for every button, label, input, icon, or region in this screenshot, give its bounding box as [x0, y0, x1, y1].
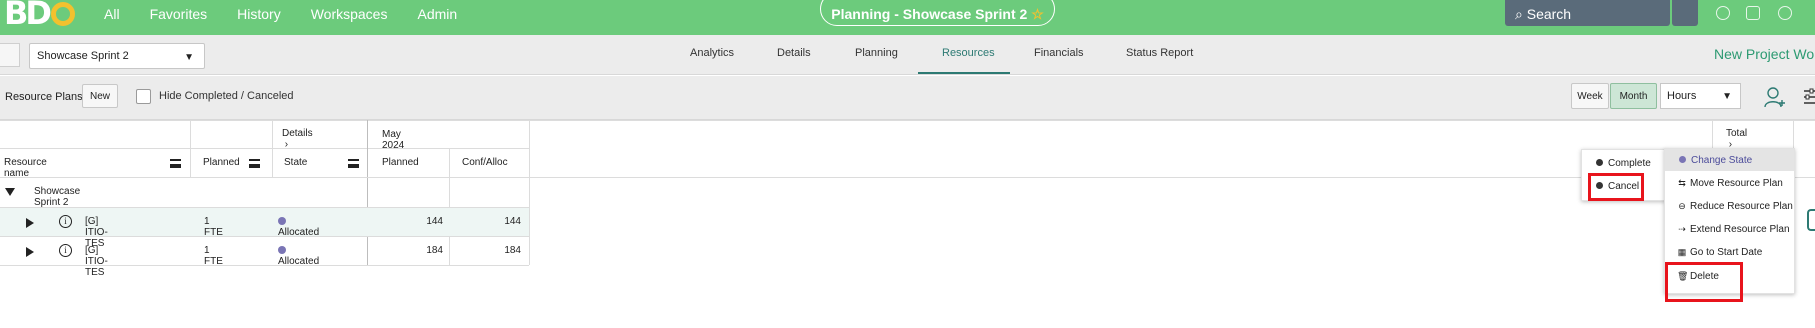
row-conf-alloc[interactable]: 184: [449, 245, 521, 256]
menu-item-go-to-start-date[interactable]: ▦ Go to Start Date: [1677, 247, 1763, 258]
chevron-down-icon: ▼: [184, 52, 194, 63]
new-project-workspace-link[interactable]: New Project Wor: [1714, 46, 1815, 62]
column-menu-icon[interactable]: [348, 159, 359, 168]
app-header-bar: BD All Favorites History Workspaces Admi…: [0, 0, 1815, 35]
nav-admin[interactable]: Admin: [417, 6, 457, 22]
column-header-conf-alloc[interactable]: Conf/Alloc: [462, 157, 508, 168]
row-edit-handle[interactable]: [1807, 209, 1815, 231]
expand-row-icon[interactable]: [26, 218, 34, 228]
resource-plans-label: Resource Plans: [5, 91, 83, 103]
favorite-star-icon[interactable]: ☆: [1031, 6, 1044, 22]
extend-arrow-icon: ⇢: [1678, 224, 1686, 234]
globe-icon[interactable]: [1716, 6, 1730, 20]
chevron-right-icon: ›: [284, 139, 289, 150]
tab-details[interactable]: Details: [777, 47, 811, 59]
nav-all[interactable]: All: [104, 6, 120, 22]
tab-analytics[interactable]: Analytics: [690, 47, 734, 59]
move-arrows-icon: ⇆: [1678, 178, 1686, 188]
user-menu-icon[interactable]: [1778, 6, 1792, 20]
hide-completed-checkbox[interactable]: [136, 89, 151, 104]
collapse-group-icon[interactable]: [5, 188, 15, 196]
hide-completed-label: Hide Completed / Canceled: [159, 90, 294, 102]
row-state[interactable]: Allocated: [278, 216, 319, 238]
row-planned: 1 FTE: [204, 245, 223, 267]
calendar-icon: ▦: [1677, 247, 1687, 257]
column-menu-icon[interactable]: [249, 159, 260, 168]
nav-history[interactable]: History: [237, 6, 281, 22]
row-conf-alloc[interactable]: 144: [449, 216, 521, 227]
tab-planning[interactable]: Planning: [855, 47, 898, 59]
menu-item-change-state[interactable]: Change State: [1679, 155, 1752, 166]
state-dot-icon: [278, 217, 286, 225]
row-period-planned[interactable]: 144: [367, 216, 443, 227]
state-dot-icon: [1679, 156, 1686, 163]
column-header-planned[interactable]: Planned: [203, 157, 240, 168]
total-header[interactable]: Total ›: [1726, 128, 1747, 150]
details-header[interactable]: Details ›: [282, 128, 313, 150]
reduce-icon: ⊖: [1678, 201, 1686, 211]
workspace-toggle-button[interactable]: [0, 43, 20, 67]
page-context-title[interactable]: Planning - Showcase Sprint 2 ☆: [820, 0, 1055, 26]
row-planned: 1 FTE: [204, 216, 223, 238]
menu-item-complete[interactable]: Complete: [1596, 158, 1651, 169]
column-header-state[interactable]: State: [284, 157, 307, 168]
new-resource-plan-button[interactable]: New: [82, 84, 118, 108]
row-period-planned[interactable]: 184: [367, 245, 443, 256]
row-resource-name[interactable]: [G] ITIO-TES: [85, 245, 108, 278]
nav-favorites[interactable]: Favorites: [150, 6, 208, 22]
info-icon[interactable]: i: [59, 244, 72, 257]
main-nav: All Favorites History Workspaces Admin: [104, 6, 457, 22]
column-menu-icon[interactable]: [170, 159, 181, 168]
highlight-box-delete: [1665, 262, 1743, 302]
filter-sliders-icon[interactable]: [1804, 88, 1815, 106]
tab-financials[interactable]: Financials: [1034, 47, 1084, 59]
project-tabs-bar: Showcase Sprint 2 ▼ Analytics Details Pl…: [0, 35, 1815, 75]
tab-status-report[interactable]: Status Report: [1126, 47, 1193, 59]
nav-workspaces[interactable]: Workspaces: [311, 6, 388, 22]
app-logo[interactable]: BD: [4, 0, 75, 32]
period-header: May 2024: [382, 129, 405, 151]
tab-resources[interactable]: Resources: [942, 47, 995, 59]
column-header-resource-name[interactable]: Resource name: [4, 157, 47, 179]
resource-toolbar: Resource Plans New Hide Completed / Canc…: [0, 76, 1815, 120]
menu-item-reduce-resource-plan[interactable]: ⊖ Reduce Resource Plan: [1677, 201, 1793, 212]
resource-person-icon[interactable]: [1764, 86, 1786, 108]
month-view-button[interactable]: Month: [1610, 83, 1657, 109]
row-state[interactable]: Allocated: [278, 245, 319, 267]
chevron-down-icon: ▼: [1722, 91, 1732, 102]
info-icon[interactable]: i: [59, 215, 72, 228]
search-icon: ⌕: [1515, 6, 1523, 22]
search-dropdown-button[interactable]: [1672, 0, 1698, 26]
state-dot-icon: [278, 246, 286, 254]
project-select[interactable]: Showcase Sprint 2 ▼: [29, 43, 205, 69]
expand-row-icon[interactable]: [26, 247, 34, 257]
menu-item-extend-resource-plan[interactable]: ⇢ Extend Resource Plan: [1677, 224, 1789, 235]
menu-item-move-resource-plan[interactable]: ⇆ Move Resource Plan: [1677, 178, 1783, 189]
highlight-box-cancel: [1588, 173, 1644, 201]
group-row-label: Showcase Sprint 2: [34, 186, 81, 208]
notifications-icon[interactable]: [1746, 6, 1760, 20]
week-view-button[interactable]: Week: [1571, 83, 1609, 109]
active-tab-indicator: [918, 72, 1010, 74]
column-header-period-planned[interactable]: Planned: [382, 157, 419, 168]
global-search-input[interactable]: ⌕ Search: [1505, 0, 1670, 26]
state-dot-icon: [1596, 159, 1603, 166]
units-select[interactable]: Hours ▼: [1660, 83, 1741, 109]
